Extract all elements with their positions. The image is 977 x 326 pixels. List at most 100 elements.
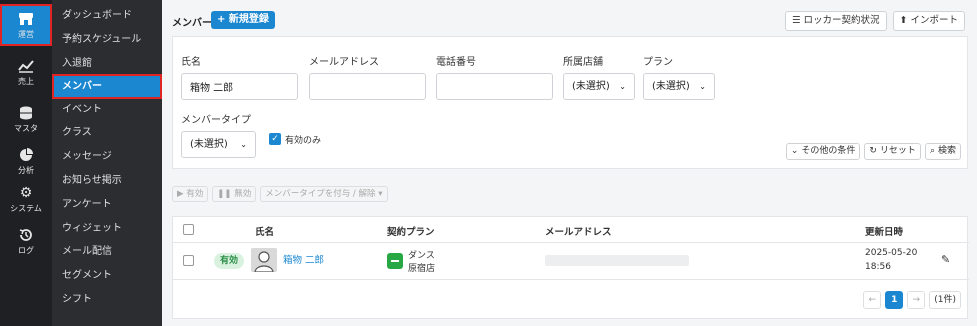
more-conditions-button[interactable]: ⌄ その他の条件 <box>785 143 861 160</box>
updated-time: 18:56 <box>865 262 891 272</box>
locker-status-label: ロッカー契約状況 <box>803 15 880 26</box>
subnav-item-messages[interactable]: メッセージ <box>52 145 162 169</box>
shop-select[interactable]: (未選択) ⌄ <box>563 73 635 100</box>
select-all-checkbox[interactable] <box>183 224 194 235</box>
reset-button[interactable]: ↻ リセット <box>864 143 921 160</box>
pause-icon: ❚❚ <box>217 189 232 199</box>
column-header-name[interactable]: 氏名 <box>255 224 274 238</box>
more-conditions-label: その他の条件 <box>801 146 856 156</box>
chevron-down-icon: ⌄ <box>240 140 247 149</box>
bulk-assign-type-label: メンバータイプを付与 / 解除 <box>265 189 376 199</box>
rail-item-master[interactable]: マスタ <box>0 105 52 134</box>
search-icon: ⌕ <box>929 146 935 156</box>
subnav-item-widgets[interactable]: ウィジェット <box>52 217 162 241</box>
email-value <box>545 255 689 266</box>
bulk-enable-label: 有効 <box>186 189 204 199</box>
import-label: インポート <box>910 15 958 26</box>
locker-status-button[interactable]: ☰ ロッカー契約状況 <box>784 11 887 31</box>
rail-item-system[interactable]: ⚙ システム <box>0 185 52 214</box>
plan-select[interactable]: (未選択) ⌄ <box>643 73 715 100</box>
filter-panel: 氏名 メールアドレス 電話番号 所属店舗 (未選択) ⌄ プラン (未選択) ⌄… <box>172 36 968 169</box>
subnav-item-schedule[interactable]: 予約スケジュール <box>52 28 162 52</box>
members-table: 氏名 契約プラン メールアドレス 更新日時 有効 箱物 二郎 ダンス 原宿店 2… <box>172 216 969 319</box>
bulk-disable-label: 無効 <box>234 189 252 199</box>
subnav-item-members[interactable]: メンバー <box>52 74 162 99</box>
plan-shop: 原宿店 <box>408 264 436 274</box>
icon-rail: 運営 売上 マスタ 分析 ⚙ システム ログ <box>0 0 52 326</box>
rail-label-system: システム <box>10 204 42 213</box>
prev-page-button[interactable]: ← <box>863 291 882 309</box>
chart-line-icon <box>17 58 35 74</box>
header-divider <box>173 242 969 243</box>
search-label: 検索 <box>937 146 956 156</box>
edit-icon[interactable]: ✎ <box>941 253 954 266</box>
plan-label: プラン <box>643 57 673 68</box>
email-label: メールアドレス <box>309 57 379 68</box>
plan-icon <box>387 253 403 269</box>
pie-chart-icon <box>17 147 35 163</box>
rail-item-operations[interactable]: 運営 <box>0 4 52 46</box>
shop-select-value: (未選択) <box>572 81 610 92</box>
shop-label: 所属店舗 <box>563 57 603 68</box>
email-input[interactable] <box>309 73 426 100</box>
play-icon: ▶ <box>177 189 184 199</box>
plan-name: ダンス <box>408 251 435 261</box>
main-content: メンバー + 新規登録 ☰ ロッカー契約状況 ⬆ インポート 氏名 メールアドレ… <box>162 0 977 326</box>
refresh-icon: ↻ <box>869 146 877 156</box>
pagination: ← 1 → (1件) <box>863 291 961 309</box>
page-header: メンバー + 新規登録 ☰ ロッカー契約状況 ⬆ インポート <box>162 0 977 36</box>
member-type-select[interactable]: (未選択) ⌄ <box>181 131 256 158</box>
store-icon <box>17 11 35 27</box>
rail-item-log[interactable]: ログ <box>0 227 52 256</box>
upload-icon: ⬆ <box>899 15 908 26</box>
rail-label-operations: 運営 <box>18 30 34 39</box>
column-header-updated[interactable]: 更新日時 <box>865 224 903 238</box>
caret-down-icon: ▾ <box>378 189 383 199</box>
subnav-item-events[interactable]: イベント <box>52 98 162 122</box>
rail-label-sales: 売上 <box>18 77 34 86</box>
phone-label: 電話番号 <box>436 57 476 68</box>
next-page-button[interactable]: → <box>907 291 926 309</box>
subnav-item-mail[interactable]: メール配信 <box>52 240 162 264</box>
plan-select-value: (未選択) <box>652 81 690 92</box>
bulk-assign-type-button[interactable]: メンバータイプを付与 / 解除 ▾ <box>260 186 388 202</box>
search-button[interactable]: ⌕ 検索 <box>924 143 961 160</box>
result-count: (1件) <box>929 291 961 309</box>
import-button[interactable]: ⬆ インポート <box>892 11 965 31</box>
active-only-checkbox[interactable]: ✓ <box>269 133 281 145</box>
name-label: 氏名 <box>181 57 201 68</box>
bulk-disable-button[interactable]: ❚❚ 無効 <box>212 186 257 202</box>
subnav-item-surveys[interactable]: アンケート <box>52 193 162 217</box>
row-checkbox[interactable] <box>183 255 194 266</box>
rail-item-analytics[interactable]: 分析 <box>0 147 52 176</box>
chevron-down-icon: ⌄ <box>619 82 626 91</box>
reset-label: リセット <box>879 146 916 156</box>
history-icon <box>17 227 35 243</box>
active-only-label: 有効のみ <box>285 136 322 146</box>
updated-date: 2025-05-20 <box>865 248 918 258</box>
name-input[interactable] <box>181 73 298 100</box>
subnav-item-segments[interactable]: セグメント <box>52 264 162 288</box>
column-header-plan[interactable]: 契約プラン <box>387 224 435 238</box>
rail-label-master: マスタ <box>14 124 38 133</box>
subnav-item-dashboard[interactable]: ダッシュボード <box>52 4 162 28</box>
subnav-item-notices[interactable]: お知らせ掲示 <box>52 169 162 193</box>
page-button-current[interactable]: 1 <box>885 291 904 309</box>
column-header-email[interactable]: メールアドレス <box>545 224 612 238</box>
rail-item-sales[interactable]: 売上 <box>0 58 52 87</box>
page-title: メンバー <box>172 18 212 29</box>
subnav-item-shifts[interactable]: シフト <box>52 288 162 312</box>
chevron-down-icon: ⌄ <box>699 82 706 91</box>
list-icon: ☰ <box>791 15 801 26</box>
member-name-link[interactable]: 箱物 二郎 <box>283 252 324 266</box>
new-member-button[interactable]: + 新規登録 <box>211 11 275 29</box>
rail-label-log: ログ <box>18 246 34 255</box>
database-icon <box>17 105 35 121</box>
bulk-enable-button[interactable]: ▶ 有効 <box>172 186 209 202</box>
avatar <box>251 248 277 272</box>
member-type-label: メンバータイプ <box>181 115 251 126</box>
phone-input[interactable] <box>436 73 553 100</box>
rail-label-analytics: 分析 <box>18 166 34 175</box>
subnav-item-classes[interactable]: クラス <box>52 121 162 145</box>
subnav-item-checkin[interactable]: 入退館 <box>52 52 162 76</box>
